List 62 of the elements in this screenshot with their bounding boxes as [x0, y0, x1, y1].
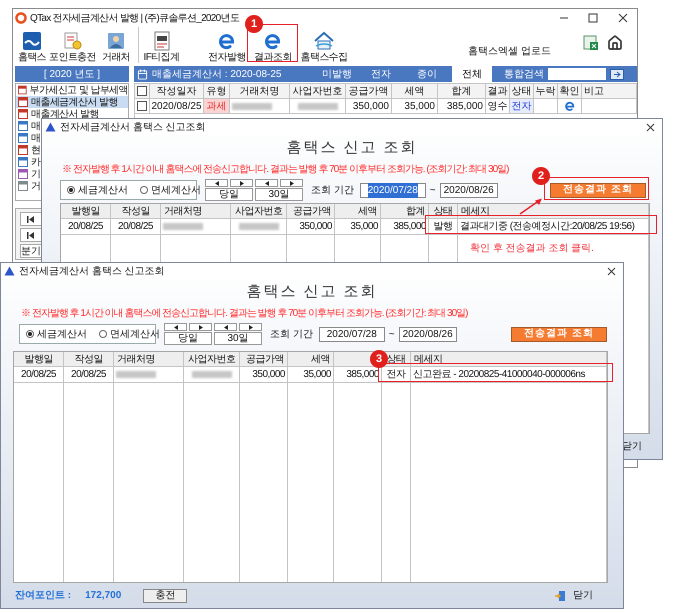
radio-label: 면세계산서	[151, 184, 201, 198]
table-cell: 350,000	[240, 367, 288, 382]
column-header: 공급가액	[346, 84, 392, 98]
table-cell: 385,000	[438, 99, 486, 113]
column-header: 확인	[558, 84, 582, 98]
radio-label: 세금계산서	[78, 184, 128, 198]
column-header: 상태	[510, 84, 534, 98]
dialog-title: 전자세금계산서 홈택스 신고조회	[19, 264, 165, 278]
notice-text: ※ 전자발행 후 1시간 이내 홈택스에 전송신고합니다. 결과는 발행 후 70분 이후부터 조회가능. (조회기간: 최대 30일)	[21, 306, 468, 320]
column-header: 사업자번호	[290, 84, 346, 98]
table-cell: 35,000	[288, 367, 334, 382]
column-header: 공급가액	[240, 352, 288, 366]
tax-type-tag: 과세	[204, 99, 230, 113]
column-header: 발행일	[61, 204, 111, 218]
table-cell: 35,000	[392, 99, 438, 113]
column-header: 합계	[438, 84, 486, 98]
column-header: 공급가액	[287, 204, 335, 218]
column-header: 거래처명	[114, 352, 184, 366]
column-header: 발행일	[14, 352, 64, 366]
column-header: 비고	[582, 84, 637, 98]
status-tag: 전자	[510, 99, 534, 113]
window-title: QTax 전자세금계산서 발행 | (주)큐솔루션_2020년도	[30, 12, 240, 26]
range-separator: ~	[388, 328, 395, 342]
column-header: 거래처명	[161, 204, 231, 218]
list-title: 매출세금계산서 : 2020-08-25	[152, 68, 282, 82]
dialog-heading: 홈택스 신고 조회	[286, 138, 418, 158]
column-header: 작성일	[111, 204, 161, 218]
column-header: 세액	[392, 84, 438, 98]
column-header: 결과	[486, 84, 510, 98]
hint-text: 확인 후 전송결과 조회 클릭.	[470, 242, 594, 256]
column-header: 거래처명	[230, 84, 290, 98]
year-bar: [ 2020 년도 ]	[15, 66, 129, 82]
column-header: 유형	[204, 84, 230, 98]
table-cell: 20/08/25	[64, 367, 114, 382]
radio-label: 세금계산서	[37, 328, 87, 342]
start-date-value: 2020/07/28	[326, 328, 377, 342]
range-separator: ~	[430, 184, 436, 198]
column-header: 세액	[288, 352, 334, 366]
dialog-heading: 홈택스 신고 조회	[246, 282, 378, 302]
start-date-value: 2020/07/28	[368, 182, 418, 198]
table-cell: 20/08/25	[111, 219, 161, 234]
points-value: 172,700	[85, 589, 122, 603]
notice-text: ※ 전자발행 후 1시간 이내 홈택스에 전송신고합니다. 결과는 발행 후 70분 이후부터 조회가능. (조회기간: 최대 30일)	[62, 162, 508, 176]
table-cell: 20/08/25	[14, 367, 64, 382]
table-cell: 20/08/25	[61, 219, 111, 234]
column-header: 작성일	[64, 352, 114, 366]
column-header: 세액	[335, 204, 381, 218]
column-header: 누락	[534, 84, 558, 98]
dialog-title: 전자세금계산서 홈택스 신고조회	[60, 120, 206, 134]
search-label: 통합검색	[504, 68, 544, 82]
period-label: 조회 기간	[270, 328, 313, 342]
column-header: 작성일자	[150, 84, 204, 98]
column-header: 사업자번호	[231, 204, 287, 218]
table-cell: 350,000	[287, 219, 335, 234]
table-cell: 350,000	[346, 99, 392, 113]
column-header: 합계	[381, 204, 429, 218]
column-header: 사업자번호	[184, 352, 240, 366]
points-label: 잔여포인트 :	[15, 589, 72, 603]
column-header: 상태	[429, 204, 458, 218]
table-cell: 35,000	[335, 219, 381, 234]
period-label: 조회 기간	[311, 184, 354, 198]
radio-label: 면세계산서	[110, 328, 160, 342]
